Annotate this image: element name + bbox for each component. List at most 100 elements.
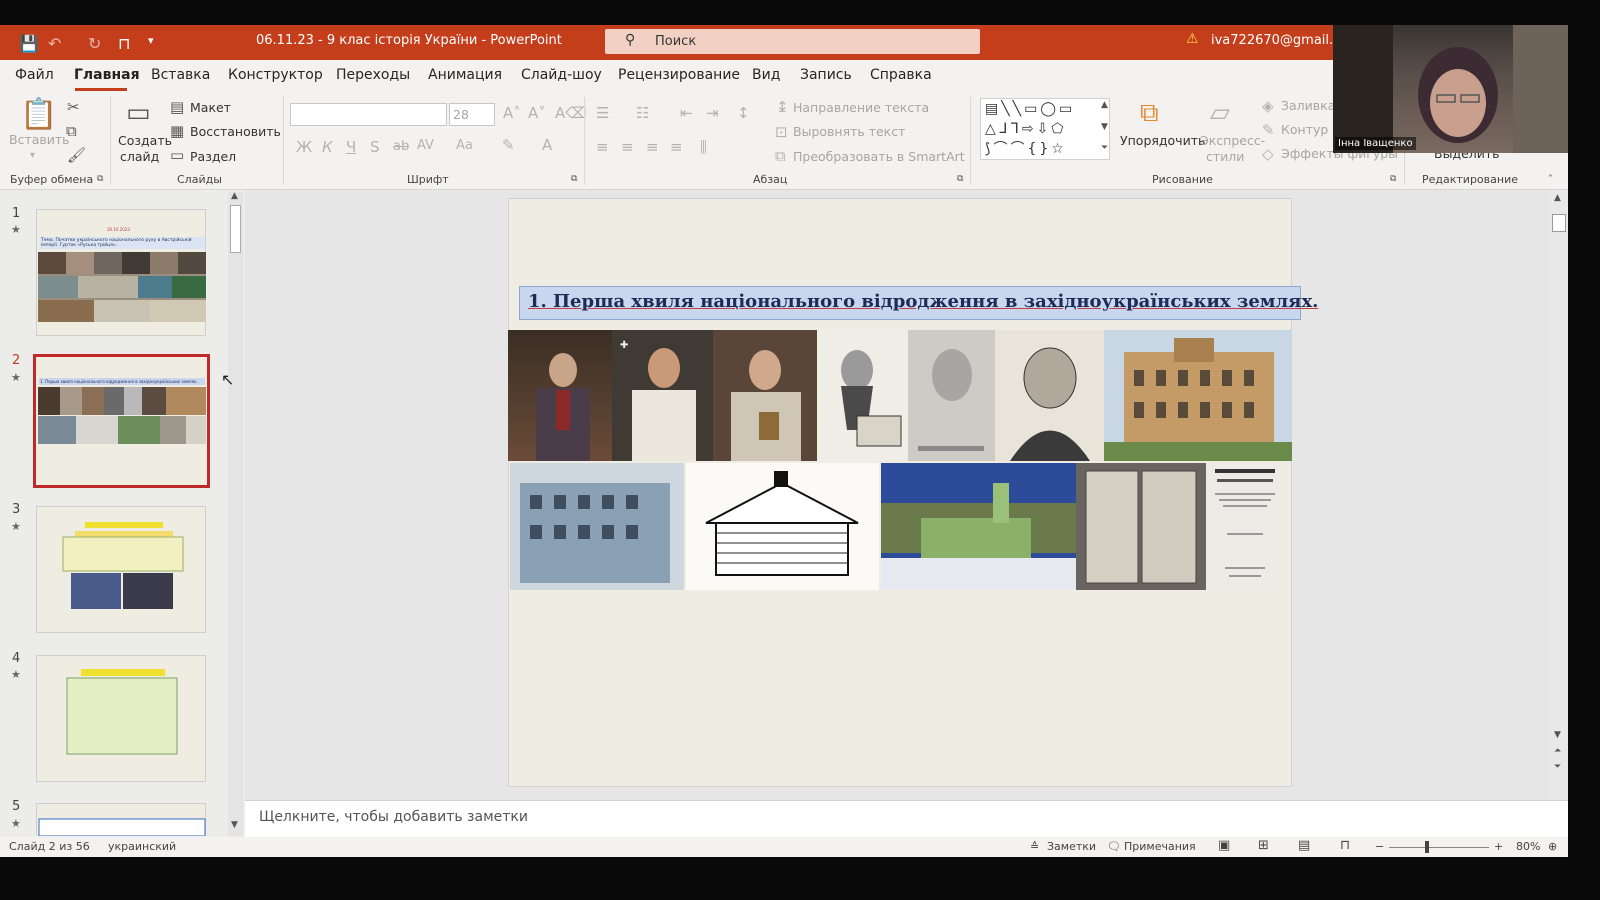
numbering-icon[interactable]: ☷ <box>636 104 649 122</box>
save-icon[interactable]: 💾 <box>19 34 39 53</box>
slide-thumbnail-2-selected[interactable]: 1. Перша хвиля національного відродження… <box>33 354 210 488</box>
scroll-down-icon[interactable]: ▼ <box>231 820 238 830</box>
slideshow-icon[interactable]: ⊓ <box>1340 838 1350 853</box>
undo-icon[interactable]: ↶ <box>48 34 61 53</box>
slide-thumbnail-5[interactable] <box>36 803 206 836</box>
quick-styles-line2[interactable]: стили <box>1206 149 1244 164</box>
next-slide-icon[interactable]: ⏷ <box>1554 762 1561 772</box>
tab-file[interactable]: Файл <box>15 67 54 83</box>
slide-scroll-thumb[interactable] <box>1552 214 1566 232</box>
comments-button[interactable]: Примечания <box>1124 840 1196 853</box>
align-center-icon[interactable]: ≡ <box>621 138 634 156</box>
align-left-icon[interactable]: ≡ <box>596 138 609 156</box>
tab-design[interactable]: Конструктор <box>228 67 323 83</box>
tab-record[interactable]: Запись <box>800 67 852 83</box>
bullets-icon[interactable]: ☰ <box>596 104 609 122</box>
align-right-icon[interactable]: ≡ <box>646 138 659 156</box>
grammar-book-photo[interactable] <box>1207 463 1284 590</box>
increase-indent-icon[interactable]: ⇥ <box>706 104 719 122</box>
decrease-indent-icon[interactable]: ⇤ <box>680 104 693 122</box>
thumbnail-scroll-thumb[interactable] <box>230 205 241 253</box>
font-family-select[interactable] <box>290 103 447 126</box>
new-slide-icon[interactable]: ▭ <box>126 98 151 128</box>
book-cover-photo[interactable] <box>1076 463 1206 590</box>
font-launcher-icon[interactable]: ⧉ <box>571 174 577 184</box>
italic-button[interactable]: К <box>322 138 333 156</box>
paragraph-launcher-icon[interactable]: ⧉ <box>957 174 963 184</box>
slide-thumbnail-3[interactable] <box>36 506 206 633</box>
format-painter-icon[interactable]: 🖌 <box>67 146 86 164</box>
char-spacing-button[interactable]: AV <box>417 138 434 153</box>
tab-insert[interactable]: Вставка <box>151 67 210 83</box>
building-photo[interactable] <box>1104 330 1292 461</box>
tab-slideshow[interactable]: Слайд-шоу <box>521 67 602 83</box>
notes-toggle-button[interactable]: Заметки <box>1047 840 1096 853</box>
gallery-more-icon[interactable]: ⏷ <box>1101 143 1108 153</box>
quick-styles-line1[interactable]: Экспресс- <box>1200 133 1265 148</box>
tab-view[interactable]: Вид <box>752 67 780 83</box>
arrange-button[interactable]: Упорядочить <box>1120 133 1205 148</box>
slide-title[interactable]: 1. Перша хвиля національного відродження… <box>519 286 1318 320</box>
copy-icon[interactable]: ⧉ <box>66 122 77 140</box>
reset-button[interactable]: Восстановить <box>190 124 281 139</box>
collapse-ribbon-icon[interactable]: ˄ <box>1548 174 1553 185</box>
search-box[interactable]: ⚲ Поиск <box>605 29 980 54</box>
section-button[interactable]: Раздел <box>190 149 236 164</box>
align-text-button[interactable]: Выровнять текст <box>793 124 905 139</box>
change-case-button[interactable]: Aa <box>456 138 473 153</box>
line-spacing-icon[interactable]: ↕ <box>737 104 750 122</box>
shadow-button[interactable]: S <box>370 138 380 156</box>
highlight-icon[interactable]: ✎ <box>502 136 515 154</box>
zoom-slider-thumb[interactable] <box>1425 841 1429 853</box>
increase-font-icon[interactable]: A˄ <box>503 104 521 122</box>
language-indicator[interactable]: украинский <box>108 840 176 853</box>
portrait-photo[interactable] <box>508 330 612 461</box>
tab-transitions[interactable]: Переходы <box>336 67 410 83</box>
redo-icon[interactable]: ↻ <box>88 34 101 53</box>
slide-thumbnail-4[interactable] <box>36 655 206 782</box>
justify-icon[interactable]: ≡ <box>670 138 683 156</box>
new-slide-button-line1[interactable]: Создать <box>118 133 172 148</box>
thumbnail-scrollbar[interactable] <box>228 192 243 836</box>
slide-thumbnail-1[interactable]: 30.10.2023 Тема. Початки українського на… <box>36 209 206 336</box>
cut-icon[interactable]: ✂ <box>67 98 80 116</box>
clipboard-launcher-icon[interactable]: ⧉ <box>97 174 103 184</box>
zoom-in-icon[interactable]: + <box>1494 840 1503 853</box>
reading-view-icon[interactable]: ▤ <box>1298 838 1310 853</box>
portrait-photo[interactable] <box>817 330 908 461</box>
columns-icon[interactable]: ⫼ <box>700 138 707 156</box>
zoom-out-icon[interactable]: − <box>1375 840 1384 853</box>
slide-scrollbar[interactable] <box>1550 190 1568 800</box>
tab-animations[interactable]: Анимация <box>428 67 502 83</box>
gallery-scroll-down-icon[interactable]: ▼ <box>1101 122 1108 132</box>
previous-slide-icon[interactable]: ⏶ <box>1554 746 1561 756</box>
text-direction-button[interactable]: Направление текста <box>793 100 929 115</box>
house-drawing[interactable] <box>686 463 879 590</box>
font-size-select[interactable]: 28 <box>449 103 495 126</box>
building-photo[interactable] <box>510 463 684 590</box>
layout-button[interactable]: Макет <box>190 100 231 115</box>
scroll-up-icon[interactable]: ▲ <box>1554 193 1561 203</box>
notes-pane[interactable]: Щелкните, чтобы добавить заметки <box>245 800 1568 837</box>
monastery-photo[interactable] <box>881 463 1076 590</box>
paste-dropdown-icon[interactable]: ▾ <box>30 150 35 161</box>
fit-to-window-icon[interactable]: ⊕ <box>1548 840 1557 853</box>
portrait-photo[interactable] <box>908 330 995 461</box>
bold-button[interactable]: Ж <box>296 138 312 156</box>
zoom-slider[interactable] <box>1389 847 1489 848</box>
new-slide-button-line2[interactable]: слайд <box>120 149 159 164</box>
scroll-down-icon[interactable]: ▼ <box>1554 730 1561 740</box>
underline-button[interactable]: Ч <box>346 138 356 156</box>
gallery-scroll-up-icon[interactable]: ▲ <box>1101 100 1108 110</box>
drawing-launcher-icon[interactable]: ⧉ <box>1390 174 1396 184</box>
shapes-gallery[interactable]: ▤╲╲▭◯▭ △ᒧᒣ⇨⇩⬠ ⟆⌒⌒{}☆ <box>980 98 1110 160</box>
present-icon[interactable]: ⊓ <box>118 34 130 53</box>
normal-view-icon[interactable]: ▣ <box>1218 838 1230 853</box>
convert-smartart-button[interactable]: Преобразовать в SmartArt <box>793 149 965 164</box>
portrait-photo[interactable] <box>713 330 817 461</box>
tab-review[interactable]: Рецензирование <box>618 67 740 83</box>
slide-sorter-icon[interactable]: ⊞ <box>1258 838 1269 853</box>
clear-format-icon[interactable]: A⌫ <box>555 104 586 122</box>
strikethrough-button[interactable]: ab <box>393 139 409 154</box>
zoom-level[interactable]: 80% <box>1516 840 1540 853</box>
